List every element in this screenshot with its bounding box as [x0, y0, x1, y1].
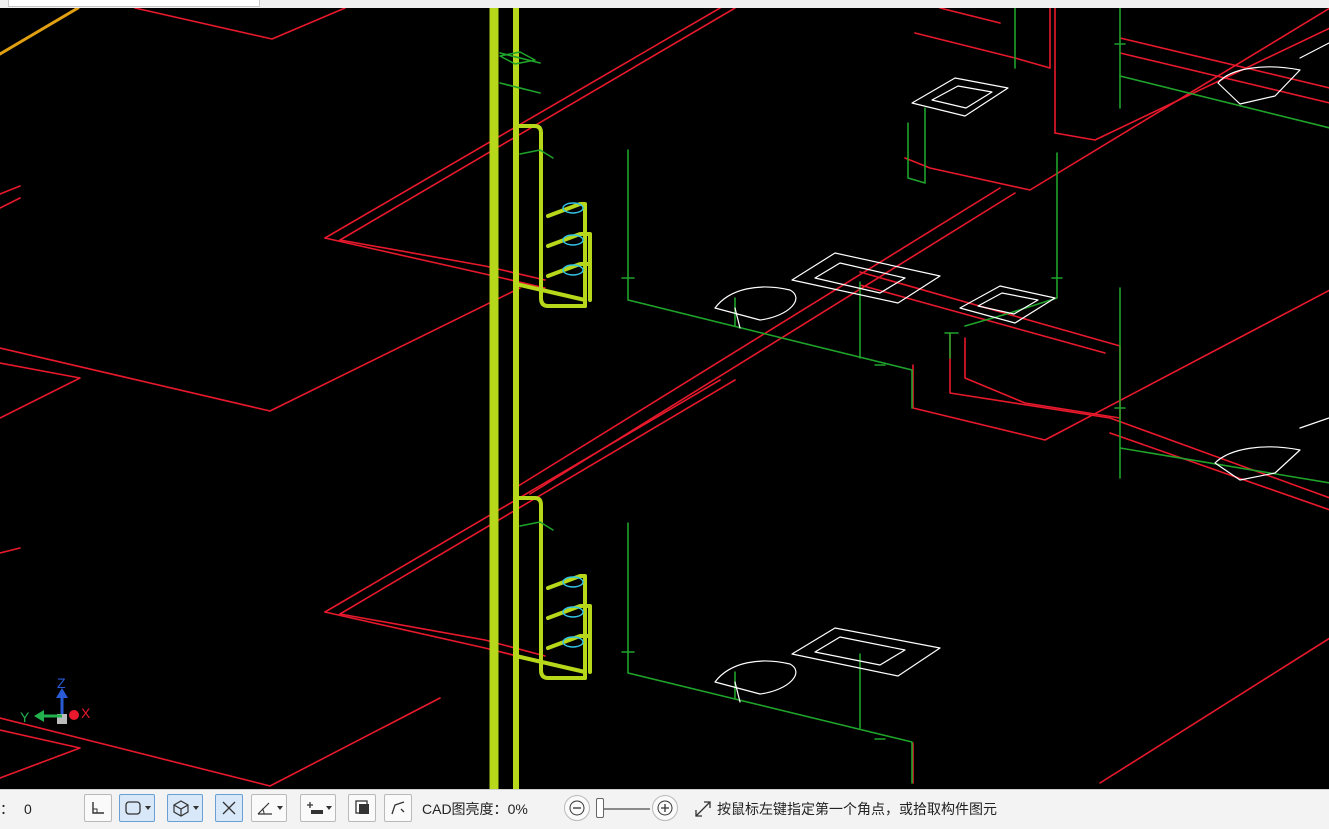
close-view-button[interactable]: [215, 794, 243, 822]
document-tab[interactable]: [8, 0, 260, 7]
toilet-fixture: [714, 286, 797, 321]
polyline-icon: [391, 801, 405, 815]
basin-fixture: [791, 627, 941, 677]
axis-y-label: Y: [20, 709, 30, 725]
riser-pipes[interactable]: [489, 8, 592, 789]
basin-fixture: [911, 77, 1009, 117]
status-bar: ： 0 CAD图亮度： 0% 按鼠标左键指定第一个角点，或拾取构件图元: [0, 789, 1329, 829]
chevron-down-icon: [193, 806, 199, 810]
display-button[interactable]: [348, 794, 376, 822]
readout-value: 0: [24, 801, 32, 817]
water-pipes[interactable]: [499, 8, 1329, 784]
readout-label: ：: [0, 801, 14, 817]
valve-markers: [499, 43, 1126, 740]
sanitary-fixtures[interactable]: [714, 42, 1329, 703]
orthogonal-icon: [92, 802, 104, 814]
command-prompt-text: 按鼠标左键指定第一个角点，或拾取构件图元: [717, 801, 997, 817]
angle-button[interactable]: [251, 794, 287, 822]
brightness-slider-thumb[interactable]: [596, 798, 604, 818]
view-box-button[interactable]: [119, 794, 155, 822]
axis-x-label: X: [81, 705, 91, 721]
toilet-fixture: [714, 660, 797, 695]
pick-corner-icon: [695, 801, 711, 817]
angle-icon: [257, 802, 272, 815]
orthogonal-button[interactable]: [84, 794, 112, 822]
cad-brightness-label: CAD图亮度：: [422, 801, 508, 817]
brightness-decrease-button[interactable]: [564, 795, 590, 821]
chevron-down-icon: [326, 806, 332, 810]
close-view-icon: [222, 801, 236, 815]
polyline-button[interactable]: [384, 794, 412, 822]
axis-gizmo: Z Y X: [20, 675, 91, 725]
chevron-down-icon: [277, 806, 283, 810]
axis-z-label: Z: [57, 675, 66, 691]
3d-view-button[interactable]: [167, 794, 203, 822]
cad-brightness-readout: CAD图亮度： 0%: [422, 796, 528, 822]
drain-pipes[interactable]: [0, 8, 1329, 787]
chevron-down-icon: [145, 806, 151, 810]
brightness-slider-track[interactable]: [600, 808, 650, 810]
add-dimension-icon: [307, 802, 323, 814]
brightness-increase-button[interactable]: [652, 795, 678, 821]
coordinate-readout: ： 0: [0, 796, 32, 822]
display-icon: [355, 800, 369, 814]
plumbing-drawing[interactable]: Z Y X: [0, 8, 1329, 789]
orange-pipe[interactable]: [0, 8, 80, 56]
plus-circle-icon: [657, 800, 673, 816]
basin-fixture: [791, 252, 941, 304]
cad-brightness-value: 0%: [507, 801, 528, 817]
top-window-strip: [0, 0, 1329, 8]
add-dimension-button[interactable]: [300, 794, 336, 822]
minus-circle-icon: [569, 800, 585, 816]
view-box-icon: [125, 801, 141, 815]
3d-cube-icon: [173, 800, 189, 817]
command-prompt: 按鼠标左键指定第一个角点，或拾取构件图元: [693, 796, 997, 822]
cad-3d-viewport[interactable]: Z Y X: [0, 8, 1329, 789]
